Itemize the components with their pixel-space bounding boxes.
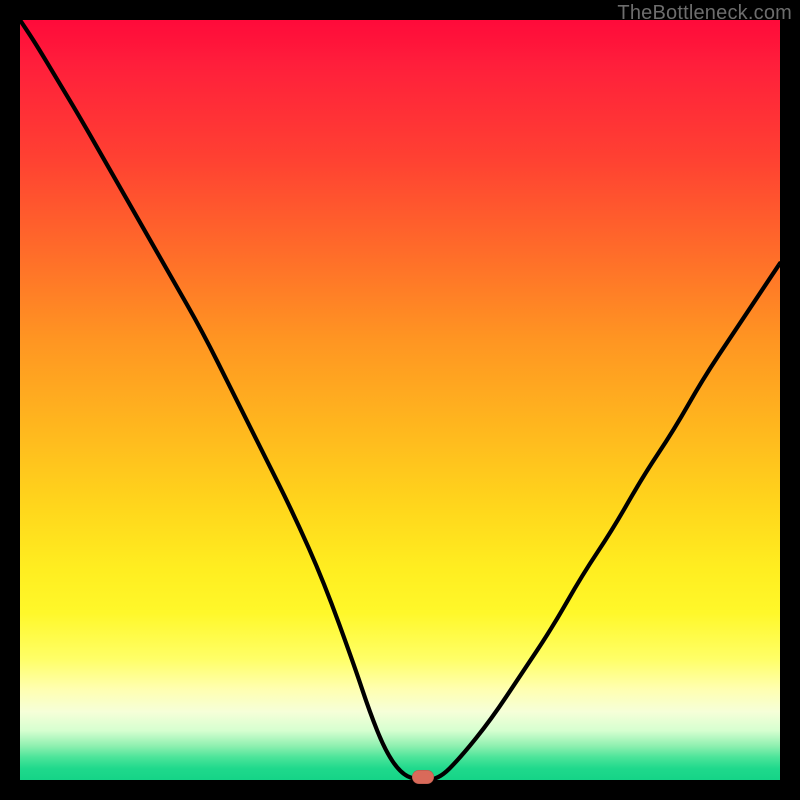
- optimal-point-marker: [412, 770, 434, 784]
- plot-area: [20, 20, 780, 780]
- chart-frame: TheBottleneck.com: [0, 0, 800, 800]
- attribution-text: TheBottleneck.com: [617, 2, 792, 25]
- bottleneck-curve: [20, 20, 780, 780]
